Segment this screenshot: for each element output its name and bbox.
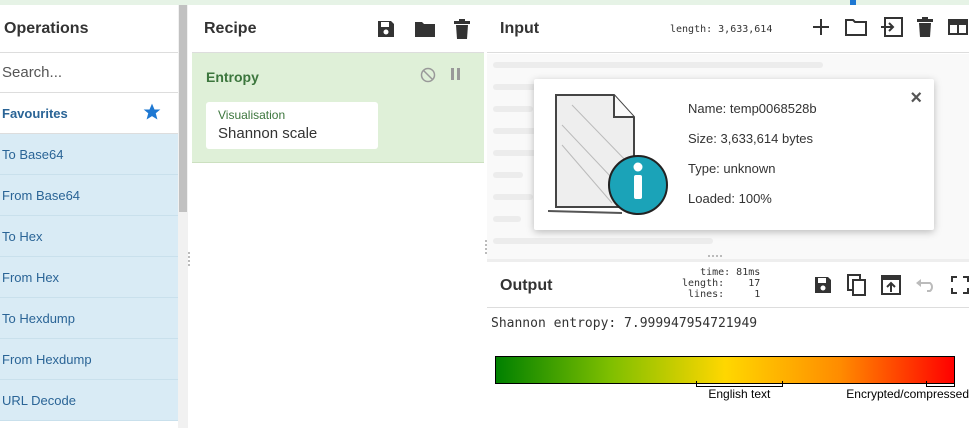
favourites-label: Favourites: [2, 105, 68, 121]
output-time: time: 81ms: [700, 267, 761, 278]
entropy-scale-bar: [495, 356, 955, 384]
recipe-title: Recipe: [204, 19, 257, 37]
recipe-operation-entropy[interactable]: Entropy Visualisation Shannon scale: [192, 53, 484, 163]
io-panel: Input length: 3,633,614 Name: temp006852…: [487, 5, 969, 428]
input-length: length: 3,633,614: [670, 24, 773, 35]
operations-scrollbar[interactable]: [178, 5, 188, 428]
scrollbar-thumb[interactable]: [179, 5, 187, 212]
english-text-label: English text: [708, 387, 771, 401]
resize-handle[interactable]: [708, 255, 722, 257]
add-input-plus-icon[interactable]: [811, 17, 831, 37]
operation-item[interactable]: To Hexdump: [0, 298, 178, 339]
file-size: Size: 3,633,614 bytes: [688, 131, 814, 146]
layout-icon[interactable]: [947, 17, 969, 37]
file-name: Name: temp0068528b: [688, 101, 817, 116]
copy-output-icon[interactable]: [847, 274, 867, 296]
output-length: length: 17: [682, 278, 761, 289]
star-icon[interactable]: [142, 102, 162, 125]
input-title: Input: [500, 19, 540, 37]
maximise-icon[interactable]: [951, 274, 969, 296]
operations-title: Operations: [0, 5, 178, 53]
output-lines: lines: 1: [688, 289, 761, 300]
visualisation-select[interactable]: Visualisation Shannon scale: [206, 102, 378, 149]
disable-icon[interactable]: [420, 67, 436, 88]
operations-search-input[interactable]: Search...: [0, 53, 178, 93]
operation-item[interactable]: From Hexdump: [0, 339, 178, 380]
close-icon[interactable]: ×: [910, 88, 922, 108]
operations-panel: Operations Search... Favourites To Base6…: [0, 5, 178, 428]
operation-item[interactable]: To Base64: [0, 134, 178, 175]
encrypted-label: Encrypted/compressed: [846, 387, 969, 401]
resize-handle[interactable]: [188, 252, 190, 266]
clear-recipe-trash-icon[interactable]: [454, 18, 470, 39]
open-folder-icon[interactable]: [845, 17, 867, 37]
replace-input-icon[interactable]: [881, 274, 901, 296]
breakpoint-pause-icon[interactable]: [450, 67, 462, 88]
operation-item[interactable]: From Hex: [0, 257, 178, 298]
output-title: Output: [500, 277, 553, 294]
favourites-category[interactable]: Favourites: [0, 93, 178, 134]
operation-item[interactable]: To Hex: [0, 216, 178, 257]
operation-item[interactable]: URL Decode: [0, 380, 178, 421]
open-file-input-icon[interactable]: [881, 17, 903, 37]
file-details-card: Name: temp0068528b Size: 3,633,614 bytes…: [534, 79, 934, 230]
undo-icon[interactable]: [915, 274, 937, 296]
file-type: Type: unknown: [688, 161, 776, 176]
recipe-panel: Recipe Entropy Visualisation Shannon sca…: [192, 5, 484, 428]
output-stats: time: 81ms length: 17 lines: 1: [682, 267, 760, 300]
output-text: Shannon entropy: 7.999947954721949: [491, 316, 758, 331]
save-recipe-icon[interactable]: [376, 19, 396, 39]
file-info-icon: [542, 85, 672, 225]
save-output-icon[interactable]: [813, 274, 833, 296]
operation-item[interactable]: From Base64: [0, 175, 178, 216]
load-recipe-folder-icon[interactable]: [414, 20, 436, 38]
visualisation-value: Shannon scale: [218, 125, 318, 142]
operation-name: Entropy: [206, 69, 259, 85]
visualisation-label: Visualisation: [218, 108, 286, 122]
file-loaded: Loaded: 100%: [688, 191, 772, 206]
clear-input-trash-icon[interactable]: [917, 17, 933, 37]
